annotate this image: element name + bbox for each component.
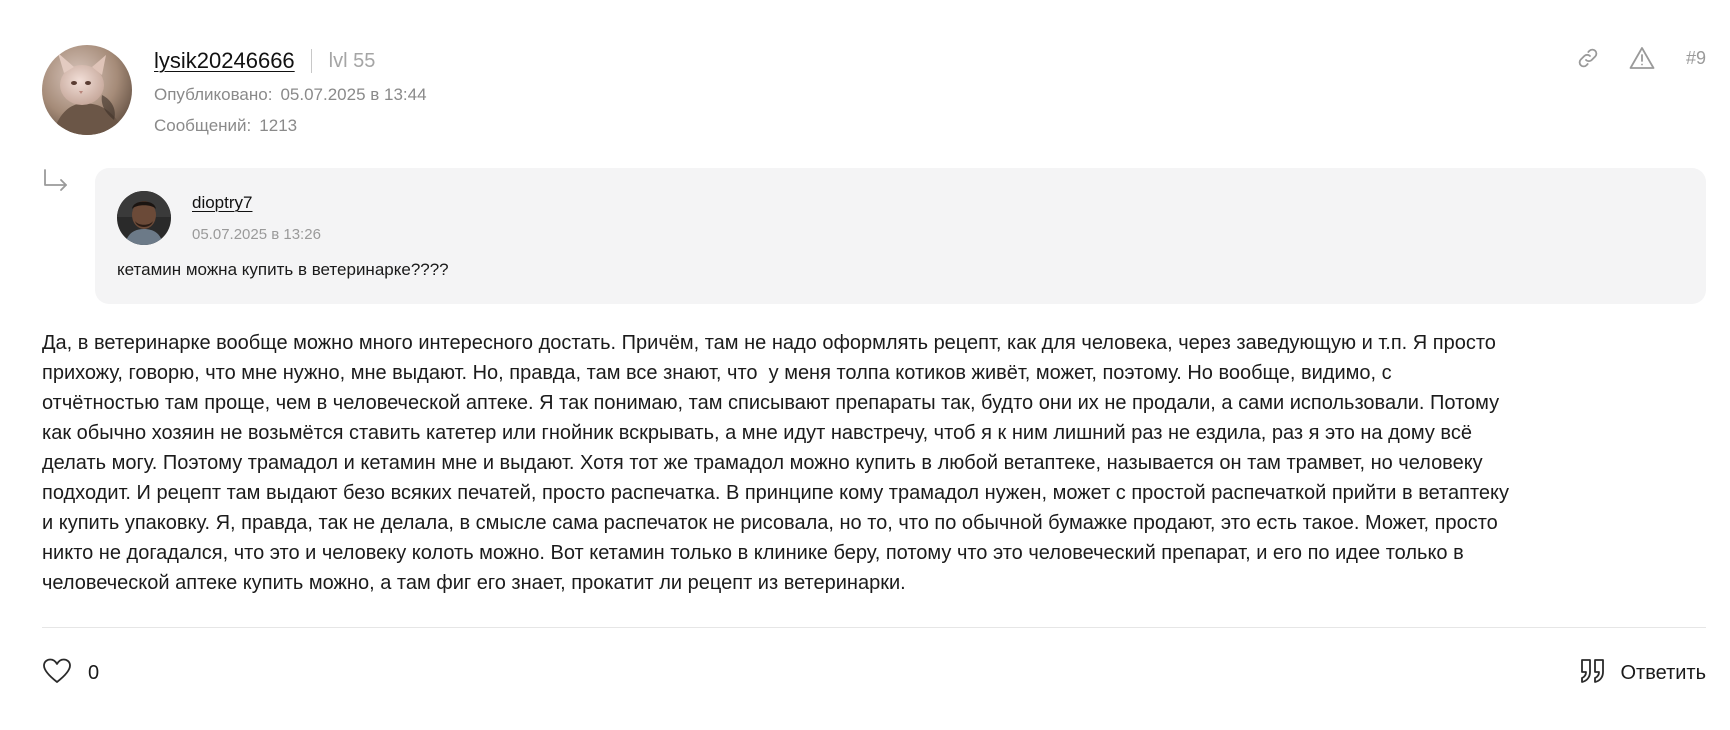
messages-count: 1213 — [259, 116, 298, 135]
like-count: 0 — [88, 661, 100, 684]
warning-icon[interactable] — [1628, 44, 1656, 72]
footer-divider — [42, 627, 1706, 628]
author-level: lvl 55 — [328, 49, 376, 72]
quote-date: 05.07.2025 в 13:26 — [192, 226, 321, 243]
quote-icon — [1579, 658, 1607, 689]
quoted-message: dioptry7 05.07.2025 в 13:26 кетамин можн… — [95, 168, 1706, 304]
published-meta: Опубликовано: 05.07.2025 в 13:44 — [154, 85, 427, 105]
forum-post: lysik20246666 lvl 55 Опубликовано: 05.07.… — [42, 0, 1706, 730]
published-label: Опубликовано: — [154, 85, 273, 104]
messages-label: Сообщений: — [154, 116, 252, 135]
quote-text: кетамин можна купить в ветеринарке???? — [117, 260, 449, 279]
author-separator — [310, 49, 312, 73]
reply-button[interactable]: Ответить — [1579, 658, 1707, 689]
messages-meta: Сообщений: 1213 — [154, 116, 297, 136]
quote-author-avatar[interactable] — [117, 191, 171, 245]
published-date: 05.07.2025 в 13:44 — [280, 85, 427, 104]
post-body: Да, в ветеринарке вообще можно много инт… — [42, 332, 1509, 594]
heart-icon — [42, 657, 72, 690]
author-username[interactable]: lysik20246666 — [154, 48, 295, 74]
like-button[interactable]: 0 — [42, 658, 99, 688]
reply-arrow-icon — [42, 168, 70, 199]
reply-label: Ответить — [1620, 661, 1707, 684]
post-number[interactable]: #9 — [1686, 48, 1706, 69]
quote-author-username[interactable]: dioptry7 — [192, 193, 252, 213]
author-avatar[interactable] — [42, 45, 132, 135]
author-row: lysik20246666 lvl 55 — [154, 46, 375, 76]
link-icon[interactable] — [1574, 44, 1602, 72]
post-actions: #9 — [1574, 44, 1706, 72]
